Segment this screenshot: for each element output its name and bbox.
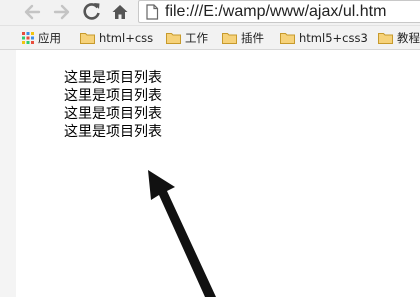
annotation-arrow-icon	[148, 170, 216, 297]
browser-window: file:///E:/wamp/www/ajax/ul.htm 应用 html+…	[0, 0, 420, 297]
